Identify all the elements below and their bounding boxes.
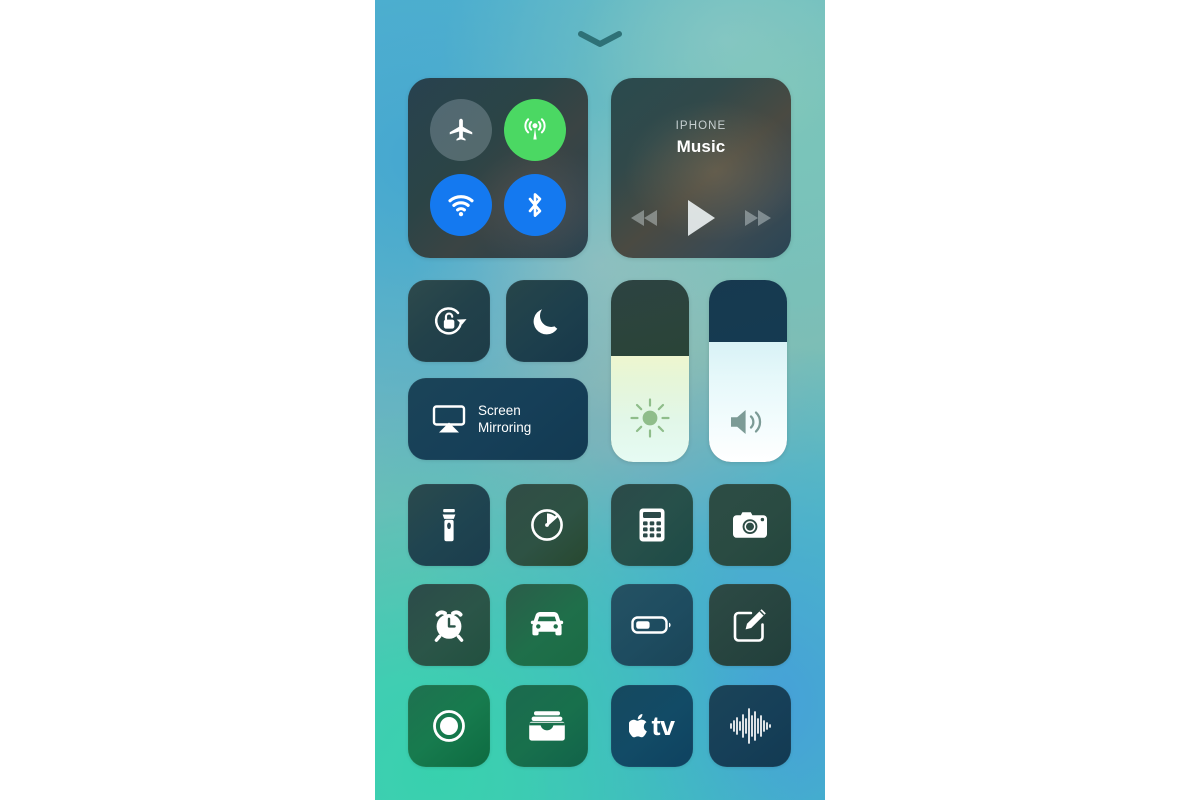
wifi-icon — [448, 195, 474, 217]
bluetooth-button[interactable] — [504, 174, 566, 236]
slider-fill — [709, 341, 787, 462]
calculator-button[interactable] — [611, 484, 693, 566]
timer-icon — [531, 509, 563, 541]
speaker-icon — [709, 404, 787, 440]
battery-icon — [631, 616, 671, 634]
airplane-mode-button[interactable] — [430, 99, 492, 161]
media-controls — [611, 192, 791, 244]
rewind-icon — [631, 210, 657, 226]
screen-recording-button[interactable] — [408, 685, 490, 767]
apple-logo-icon — [629, 714, 648, 738]
control-center-panel: IPHONE Music Screen Mirroring tv — [375, 0, 825, 800]
rotation-lock-button[interactable] — [408, 280, 490, 362]
screen-mirroring-label: Screen Mirroring — [478, 403, 532, 435]
notes-pencil-icon — [733, 609, 766, 642]
waveform-icon — [730, 708, 771, 744]
cellular-data-button[interactable] — [504, 99, 566, 161]
brightness-slider[interactable] — [611, 280, 689, 462]
record-icon — [433, 710, 465, 742]
alarm-clock-icon — [434, 610, 464, 642]
camera-icon — [733, 512, 767, 538]
screenshot-canvas: IPHONE Music Screen Mirroring tv — [0, 0, 1200, 800]
flashlight-button[interactable] — [408, 484, 490, 566]
screen-mirroring-button[interactable]: Screen Mirroring — [408, 378, 588, 460]
camera-button[interactable] — [709, 484, 791, 566]
airplay-icon — [432, 405, 466, 433]
alarm-button[interactable] — [408, 584, 490, 666]
next-track-button[interactable] — [742, 207, 772, 229]
sun-icon — [611, 396, 689, 440]
timer-button[interactable] — [506, 484, 588, 566]
fast-forward-icon — [745, 210, 771, 226]
now-playing-module[interactable]: IPHONE Music — [611, 78, 791, 258]
flashlight-icon — [442, 509, 456, 542]
wallet-button[interactable] — [506, 685, 588, 767]
airplane-icon — [449, 118, 473, 141]
voice-memos-button[interactable] — [709, 685, 791, 767]
car-icon — [530, 612, 564, 636]
notes-button[interactable] — [709, 584, 791, 666]
wallet-icon — [529, 711, 565, 741]
apple-tv-wordmark: tv — [651, 710, 675, 741]
connectivity-module[interactable] — [408, 78, 588, 258]
play-button[interactable] — [684, 198, 718, 238]
module-sheen — [408, 78, 588, 258]
volume-slider[interactable] — [709, 280, 787, 462]
media-title-label: Music — [676, 137, 726, 156]
apple-tv-remote-button[interactable]: tv — [611, 685, 693, 767]
cellular-icon — [524, 118, 546, 140]
low-power-mode-button[interactable] — [611, 584, 693, 666]
play-icon — [688, 200, 715, 236]
do-not-disturb-button[interactable] — [506, 280, 588, 362]
driving-focus-button[interactable] — [506, 584, 588, 666]
rotation-lock-icon — [435, 307, 467, 335]
previous-track-button[interactable] — [630, 207, 660, 229]
calculator-icon — [639, 508, 665, 542]
wifi-button[interactable] — [430, 174, 492, 236]
chevron-down-icon[interactable] — [578, 30, 622, 48]
media-source-label: IPHONE — [675, 120, 727, 132]
bluetooth-icon — [528, 193, 542, 217]
moon-icon — [533, 309, 558, 335]
